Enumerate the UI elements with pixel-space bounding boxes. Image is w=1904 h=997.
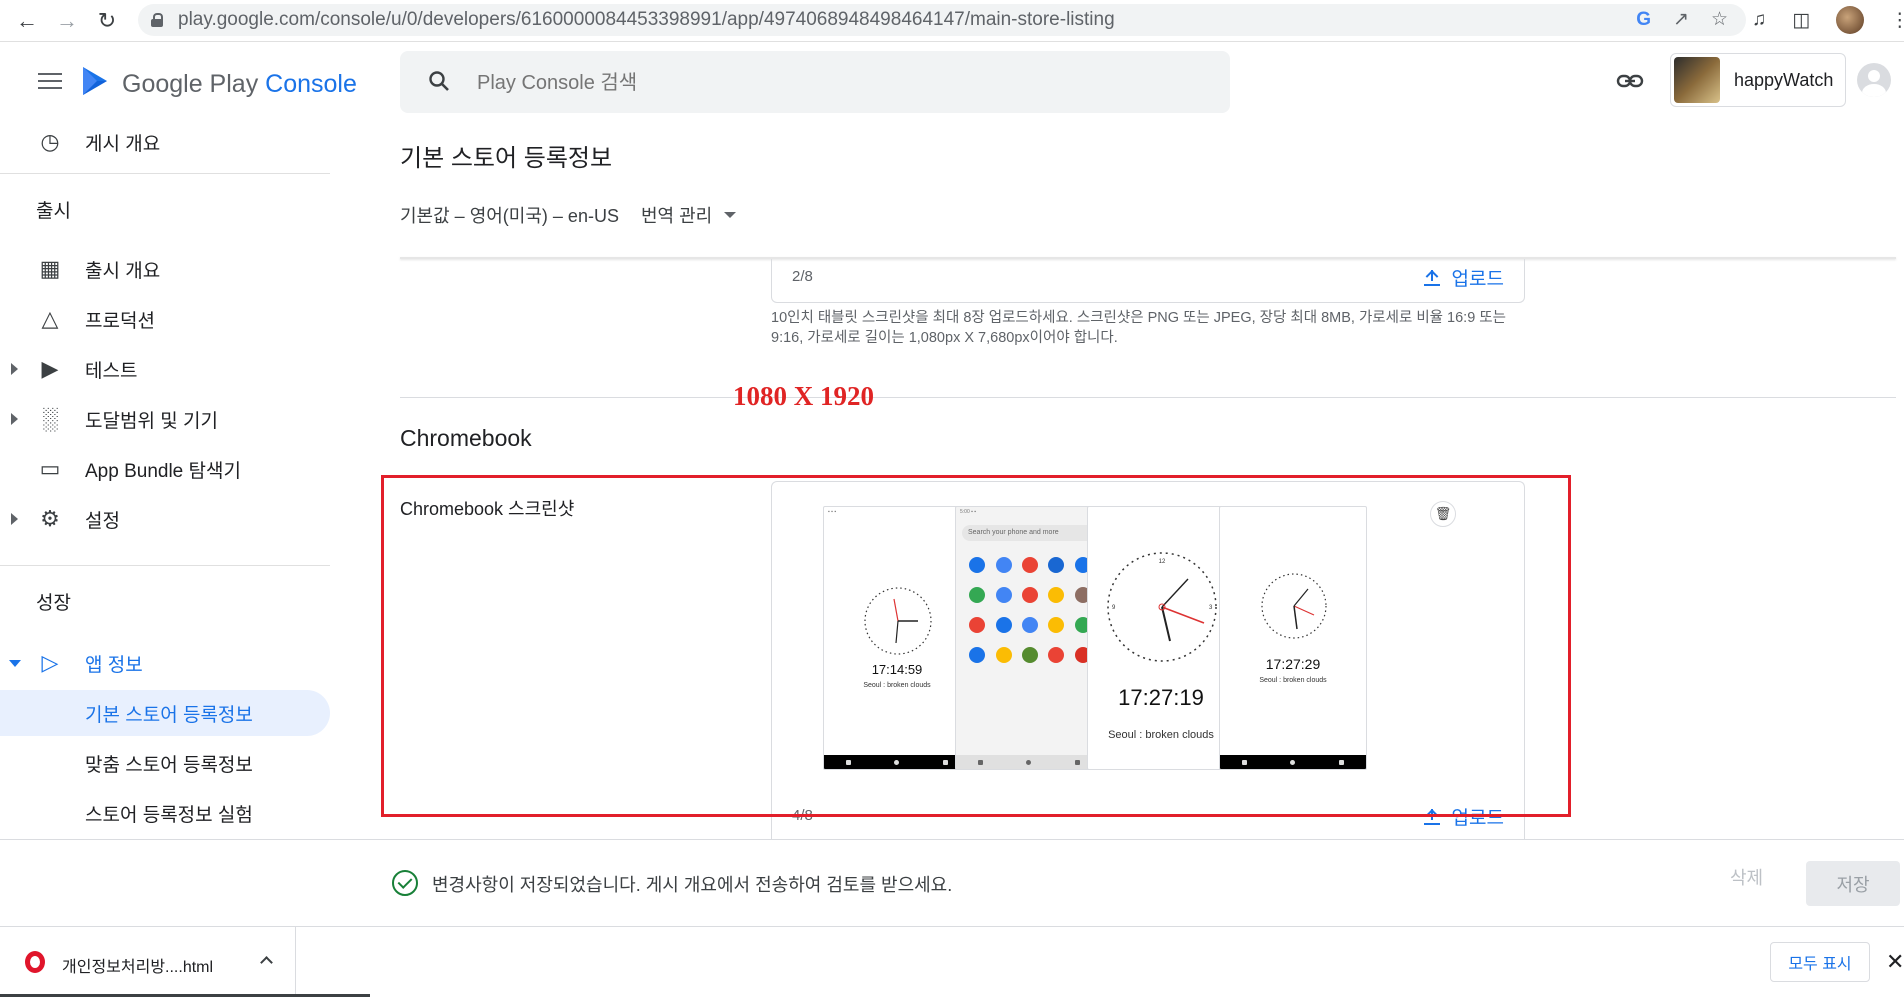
hamburger-menu-icon[interactable] xyxy=(38,73,62,91)
url-text[interactable]: play.google.com/console/u/0/developers/6… xyxy=(178,9,1115,31)
android-icon: ▭ xyxy=(39,456,61,481)
sidebar-item-label: App Bundle 탐색기 xyxy=(85,460,241,482)
sidebar-item-main-store-listing[interactable]: 기본 스토어 등록정보 xyxy=(0,690,330,736)
developer-account-chip[interactable]: happyWatch xyxy=(1670,53,1846,107)
saved-status-message: 변경사항이 저장되었습니다. 게시 개요에서 전송하여 검토를 받으세요. xyxy=(432,875,953,895)
save-action-bar: 변경사항이 저장되었습니다. 게시 개요에서 전송하여 검토를 받으세요. 삭제… xyxy=(0,839,1904,925)
upload-label: 업로드 xyxy=(1451,269,1504,290)
sidebar-item-label: 출시 개요 xyxy=(85,260,161,282)
chevron-up-icon[interactable] xyxy=(260,956,273,969)
close-icon[interactable]: ✕ xyxy=(1886,949,1904,975)
sidebar-item-label: 기본 스토어 등록정보 xyxy=(85,704,253,726)
expand-caret-icon[interactable] xyxy=(11,513,18,525)
sidebar-item-label: 맞춤 스토어 등록정보 xyxy=(85,754,253,776)
share-icon[interactable]: ↗ xyxy=(1673,8,1689,31)
side-panel-icon[interactable]: ◫ xyxy=(1792,9,1810,32)
bar-chart-icon: ░ xyxy=(42,406,58,431)
sidebar-item-custom-store-listing[interactable]: 맞춤 스토어 등록정보 xyxy=(0,740,330,786)
gear-icon: ⚙ xyxy=(40,506,60,531)
default-locale: 기본값 – 영어(미국) – en-US xyxy=(400,206,619,226)
browser-profile-icon[interactable] xyxy=(1836,6,1865,34)
manage-translations-label: 번역 관리 xyxy=(640,206,713,226)
page-title: 기본 스토어 등록정보 xyxy=(400,145,613,172)
google-lens-icon[interactable]: G xyxy=(1636,9,1651,31)
address-bar[interactable]: play.google.com/console/u/0/developers/6… xyxy=(138,4,1746,36)
upload-icon xyxy=(1423,269,1440,286)
tablet-help-text: 10인치 태블릿 스크린샷을 최대 8장 업로드하세요. 스크린샷은 PNG 또… xyxy=(771,310,1506,346)
sidebar-item-label: 설정 xyxy=(85,510,120,532)
check-circle-icon xyxy=(392,870,418,896)
download-file-name: 개인정보처리방....html xyxy=(62,959,214,976)
sidebar-item-app-info[interactable]: ▷ 앱 정보 xyxy=(0,640,330,686)
account-name: happyWatch xyxy=(1734,69,1834,90)
play-store-icon: ▷ xyxy=(41,650,59,675)
brand-console: Console xyxy=(265,70,357,98)
forward-icon[interactable]: → xyxy=(54,8,80,34)
reload-icon[interactable]: ↻ xyxy=(94,8,120,34)
play-console-logo-icon xyxy=(83,67,107,95)
sidebar-section-growth: 성장 xyxy=(36,593,71,614)
dashboard-icon: ▦ xyxy=(39,256,61,281)
link-icon[interactable] xyxy=(1614,65,1646,97)
main-content: 기본 스토어 등록정보 기본값 – 영어(미국) – en-US 번역 관리 2… xyxy=(381,119,1904,841)
download-shelf: 개인정보처리방....html 모두 표시 ✕ xyxy=(0,926,1904,997)
play-circle-icon: ▶ xyxy=(41,356,59,381)
screenshot-count: 2/8 xyxy=(792,268,813,285)
brand-google-play: Google Play xyxy=(122,70,259,98)
tablet-screenshots-card: 2/8 업로드 xyxy=(771,259,1525,303)
locale-line: 기본값 – 영어(미국) – en-US 번역 관리 xyxy=(400,202,737,228)
upload-button[interactable]: 업로드 xyxy=(1423,264,1504,291)
manage-translations-dropdown[interactable]: 번역 관리 xyxy=(640,202,737,228)
sidebar-item-label: 프로덕션 xyxy=(85,310,155,332)
sidebar-item-label: 게시 개요 xyxy=(85,133,161,155)
history-icon: ◷ xyxy=(40,129,60,154)
sidebar-section-release: 출시 xyxy=(36,201,71,222)
brand-title[interactable]: Google Play Console xyxy=(122,70,357,99)
sidebar-item-app-bundle-explorer[interactable]: ▭ App Bundle 탐색기 xyxy=(0,446,330,492)
expand-caret-icon[interactable] xyxy=(11,413,18,425)
sidebar-item-production[interactable]: △ 프로덕션 xyxy=(0,296,330,342)
opera-file-icon xyxy=(25,951,45,973)
section-divider xyxy=(400,397,1896,398)
sidebar-item-label: 앱 정보 xyxy=(85,654,143,676)
bookmark-star-icon[interactable]: ☆ xyxy=(1711,8,1728,31)
delete-button[interactable]: 삭제 xyxy=(1730,864,1763,890)
highlight-annotation-box xyxy=(381,475,1571,817)
flask-icon: △ xyxy=(41,306,59,331)
media-control-icon[interactable]: ♫ xyxy=(1752,9,1766,31)
app-icon xyxy=(1674,57,1720,103)
show-all-downloads-button[interactable]: 모두 표시 xyxy=(1770,942,1870,982)
app-header: Google Play Console ? happyWatch xyxy=(0,43,1904,119)
sidebar-item-label: 스토어 등록정보 실험 xyxy=(85,804,253,826)
chromebook-section-title: Chromebook xyxy=(400,425,532,451)
search-input[interactable] xyxy=(477,72,1177,95)
collapse-caret-icon[interactable] xyxy=(9,659,21,667)
sidebar-item-store-listing-experiments[interactable]: 스토어 등록정보 실험 xyxy=(0,790,330,836)
sidebar-item-testing[interactable]: ▶ 테스트 xyxy=(0,346,330,392)
expand-caret-icon[interactable] xyxy=(11,363,18,375)
lock-icon[interactable] xyxy=(150,13,164,27)
search-bar[interactable] xyxy=(400,51,1230,113)
browser-toolbar: ← → ↻ play.google.com/console/u/0/develo… xyxy=(0,0,1904,42)
sidebar-item-label: 테스트 xyxy=(85,360,138,382)
download-item[interactable]: 개인정보처리방....html xyxy=(0,927,296,997)
sidebar-item-label: 도달범위 및 기기 xyxy=(85,410,218,432)
sidebar-item-release-overview[interactable]: ▦ 출시 개요 xyxy=(0,246,330,292)
sidebar: ◷ 게시 개요 출시 ▦ 출시 개요 △ 프로덕션 ▶ 테스트 ░ 도달범위 및… xyxy=(0,119,330,839)
avatar[interactable] xyxy=(1857,63,1891,97)
save-button[interactable]: 저장 xyxy=(1806,861,1900,906)
back-icon[interactable]: ← xyxy=(14,8,40,34)
sidebar-item-reach-devices[interactable]: ░ 도달범위 및 기기 xyxy=(0,396,330,442)
resolution-annotation: 1080 X 1920 xyxy=(733,381,874,411)
search-icon xyxy=(429,71,449,91)
browser-menu-icon[interactable]: ⋮ xyxy=(1890,9,1904,32)
sidebar-item-publishing-overview[interactable]: ◷ 게시 개요 xyxy=(0,119,330,165)
sidebar-item-setup[interactable]: ⚙ 설정 xyxy=(0,496,330,542)
dropdown-caret-icon xyxy=(724,212,737,218)
